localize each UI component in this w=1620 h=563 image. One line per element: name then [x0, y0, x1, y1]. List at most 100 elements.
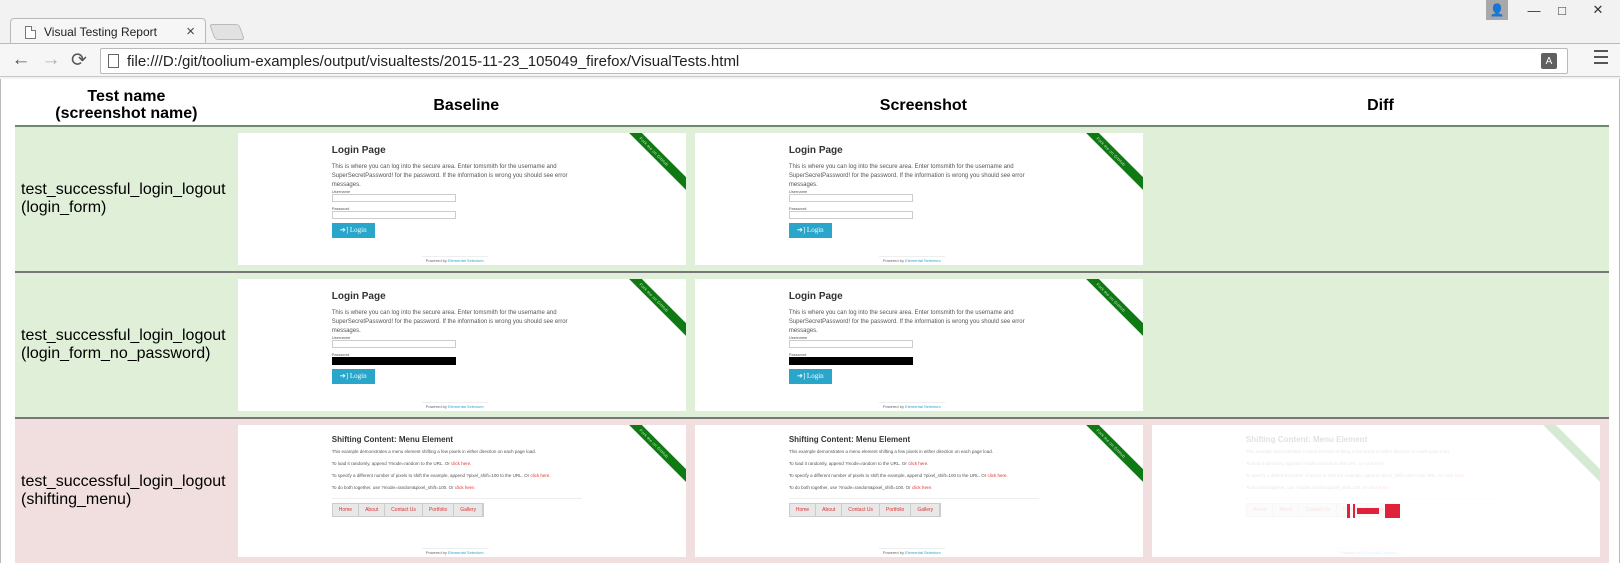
diff-image[interactable]: Fork me on GitHub Shifting Content: Menu… — [1151, 425, 1600, 557]
thumb-menu: Home About Contact Us Portfolio Gallery — [788, 503, 942, 517]
forward-button[interactable]: → — [40, 49, 62, 71]
reload-button[interactable]: ⟳ — [68, 49, 90, 71]
baseline-cell: Fork me on GitHub Login Page This is whe… — [237, 272, 695, 419]
thumb-title: Login Page — [331, 145, 386, 156]
thumb-login-button: ➔] Login — [331, 369, 375, 384]
page-content: Test name (screenshot name) Baseline Scre… — [0, 79, 1620, 563]
translate-icon[interactable]: A — [1541, 53, 1557, 69]
thumb-menu-item: About — [816, 504, 843, 516]
thumb-menu-item: Gallery — [454, 504, 484, 516]
thumb-title: Shifting Content: Menu Element — [788, 435, 911, 444]
browser-tab[interactable]: Visual Testing Report × — [10, 18, 206, 44]
table-row: test_successful_login_logout (login_form_… — [15, 272, 1609, 419]
thumb-footer: Powered by Elemental Selenium — [421, 256, 488, 263]
thumb-line: To do both together, use ?mode=random&pi… — [331, 485, 476, 490]
close-window-button[interactable]: ✕ — [1576, 0, 1620, 20]
baseline-image[interactable]: Fork me on GitHub Login Page This is whe… — [237, 279, 686, 411]
baseline-image[interactable]: Fork me on GitHub Shifting Content: Menu… — [237, 425, 686, 557]
new-tab-button[interactable] — [209, 24, 245, 40]
thumb-menu-item: Contact Us — [385, 504, 423, 516]
baseline-cell: Fork me on GitHub Login Page This is whe… — [237, 126, 695, 273]
thumb-title: Shifting Content: Menu Element — [1245, 435, 1368, 444]
fork-ribbon: Fork me on GitHub — [1065, 279, 1143, 344]
maximize-button[interactable]: □ — [1548, 0, 1576, 20]
table-row: test_successful_login_logout (login_form)… — [15, 126, 1609, 273]
header-baseline: Baseline — [237, 85, 695, 127]
fork-ribbon: Fork me on GitHub — [608, 425, 686, 490]
thumb-password-field — [788, 211, 913, 219]
thumb-footer: Powered by Elemental Selenium — [878, 256, 945, 263]
table-row: test_successful_login_logout (shifting_me… — [15, 418, 1609, 563]
thumb-menu-item: Home — [332, 504, 360, 516]
screenshot-cell: Fork me on GitHub Login Page This is whe… — [694, 126, 1152, 273]
baseline-image[interactable]: Fork me on GitHub Login Page This is whe… — [237, 133, 686, 265]
thumb-line: This example demonstrates a menu element… — [788, 449, 993, 454]
thumb-menu-item: Portfolio — [879, 504, 912, 516]
url-text[interactable]: file:///D:/git/toolium-examples/output/v… — [127, 53, 739, 70]
menu-icon[interactable] — [1594, 50, 1608, 64]
header-screenshot: Screenshot — [694, 85, 1152, 127]
thumb-line: To specify a different number of pixels … — [1245, 473, 1465, 478]
thumb-login-button: ➔] Login — [788, 223, 832, 238]
test-name-cell: test_successful_login_logout (login_form) — [15, 126, 238, 273]
diff-cell: Fork me on GitHub Shifting Content: Menu… — [1151, 418, 1609, 563]
visual-test-report-table: Test name (screenshot name) Baseline Scre… — [15, 85, 1609, 563]
thumb-menu-item: Portfolio — [422, 504, 455, 516]
thumb-menu-item: About — [359, 504, 386, 516]
window-titlebar: Visual Testing Report × 👤 — □ ✕ — [0, 0, 1620, 44]
thumb-line: This example demonstrates a menu element… — [1245, 449, 1451, 454]
header-test-name: Test name (screenshot name) — [15, 85, 238, 127]
thumb-line: This example demonstrates a menu element… — [331, 449, 536, 454]
thumb-paragraph: This is where you can log into the secur… — [331, 164, 568, 188]
thumb-username-field — [331, 340, 456, 348]
fork-ribbon: Fork me on GitHub — [1522, 425, 1600, 490]
thumb-footer: Powered by Elemental Selenium — [878, 548, 945, 555]
fork-ribbon: Fork me on GitHub — [1065, 133, 1143, 198]
thumb-line: To load it randomly, append ?mode=random… — [331, 461, 472, 466]
thumb-menu: Home About Contact Us Portfolio Gallery — [331, 503, 485, 517]
thumb-line: To do both together, use ?mode=random&pi… — [1245, 485, 1390, 490]
screenshot-image[interactable]: Fork me on GitHub Login Page This is whe… — [694, 279, 1143, 411]
thumb-menu-item: Contact Us — [1299, 504, 1338, 516]
thumb-paragraph: This is where you can log into the secur… — [788, 164, 1025, 188]
thumb-title: Login Page — [331, 291, 386, 302]
thumb-menu-item: Home — [1246, 504, 1274, 516]
screenshot-cell: Fork me on GitHub Shifting Content: Menu… — [694, 418, 1152, 563]
test-name-cell: test_successful_login_logout (login_form_… — [15, 272, 238, 419]
page-icon — [108, 54, 119, 68]
baseline-cell: Fork me on GitHub Shifting Content: Menu… — [237, 418, 695, 563]
thumb-line: To load it randomly, append ?mode=random… — [1245, 461, 1386, 466]
thumb-login-button: ➔] Login — [788, 369, 832, 384]
thumb-line: To specify a different number of pixels … — [331, 473, 551, 478]
diff-cell — [1151, 272, 1609, 419]
header-diff: Diff — [1151, 85, 1609, 127]
profile-icon[interactable]: 👤 — [1486, 0, 1508, 20]
thumb-username-field — [788, 340, 913, 348]
thumb-password-field — [331, 357, 456, 365]
browser-toolbar: ← → ⟳ file:///D:/git/toolium-examples/ou… — [0, 43, 1620, 77]
thumb-line: To do both together, use ?mode=random&pi… — [788, 485, 933, 490]
thumb-footer: Powered by Elemental Selenium — [1335, 548, 1402, 555]
thumb-footer: Powered by Elemental Selenium — [421, 402, 488, 409]
tab-close-icon[interactable]: × — [186, 23, 195, 40]
page-favicon-icon — [25, 25, 36, 39]
address-bar[interactable]: file:///D:/git/toolium-examples/output/v… — [100, 48, 1568, 74]
thumb-paragraph: This is where you can log into the secur… — [331, 310, 568, 334]
thumb-title: Login Page — [788, 145, 843, 156]
tab-title: Visual Testing Report — [44, 25, 157, 39]
diff-highlight — [1346, 504, 1400, 518]
thumb-username-field — [331, 194, 456, 202]
fork-ribbon: Fork me on GitHub — [608, 133, 686, 198]
back-button[interactable]: ← — [10, 49, 32, 71]
thumb-menu-item: Contact Us — [842, 504, 880, 516]
minimize-button[interactable]: — — [1520, 0, 1548, 20]
screenshot-image[interactable]: Fork me on GitHub Shifting Content: Menu… — [694, 425, 1143, 557]
screenshot-image[interactable]: Fork me on GitHub Login Page This is whe… — [694, 133, 1143, 265]
fork-ribbon: Fork me on GitHub — [608, 279, 686, 344]
thumb-username-field — [788, 194, 913, 202]
thumb-login-button: ➔] Login — [331, 223, 375, 238]
thumb-password-field — [331, 211, 456, 219]
thumb-password-field — [788, 357, 913, 365]
fork-ribbon: Fork me on GitHub — [1065, 425, 1143, 490]
thumb-title: Login Page — [788, 291, 843, 302]
